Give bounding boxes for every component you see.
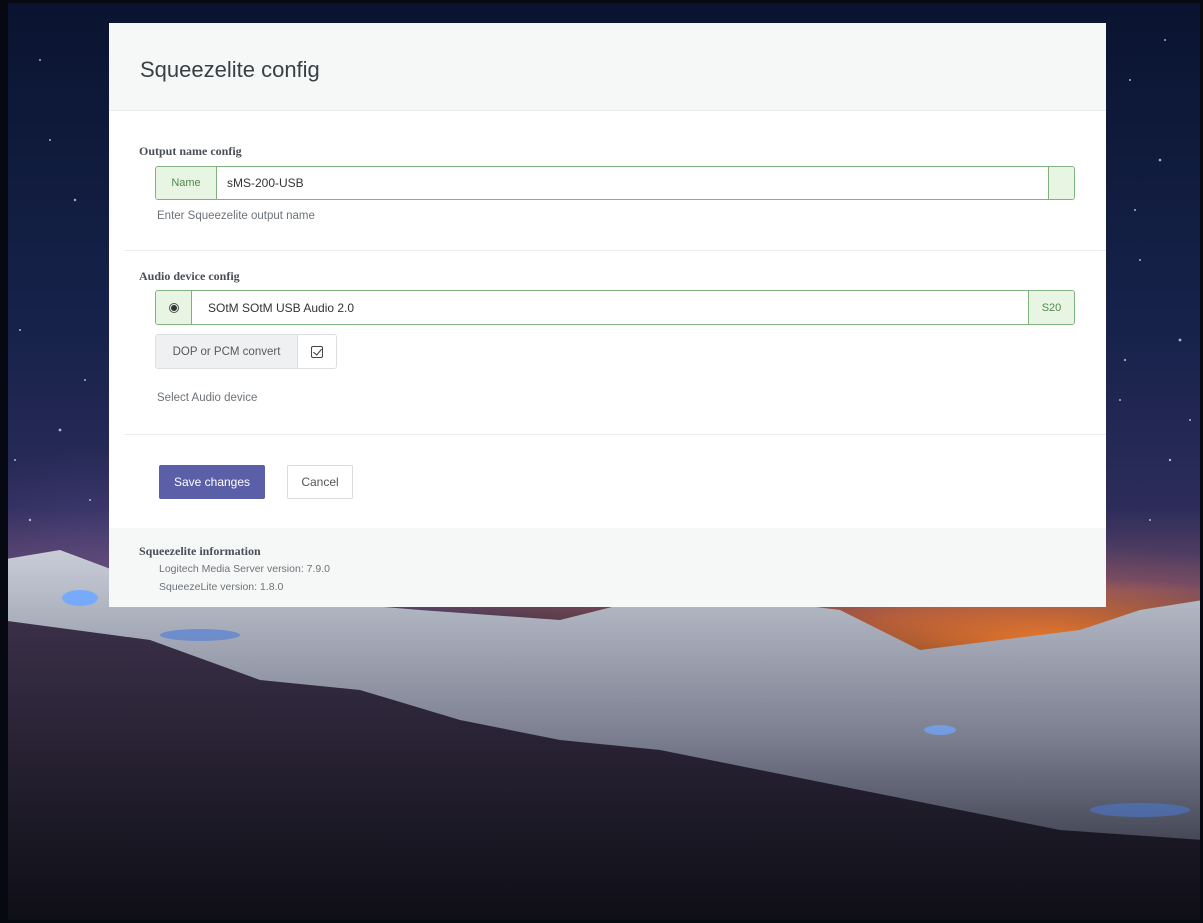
info-title: Squeezelite information bbox=[139, 544, 261, 558]
audio-device-name: SOtM SOtM USB Audio 2.0 bbox=[208, 300, 355, 315]
screen-frame bbox=[0, 0, 8, 923]
audio-device-radio-addon[interactable] bbox=[156, 291, 192, 324]
dop-pcm-convert-label: DOP or PCM convert bbox=[156, 335, 298, 368]
dop-pcm-convert-checkbox[interactable] bbox=[311, 345, 323, 358]
squeezelite-information-panel: Squeezelite information Logitech Media S… bbox=[109, 528, 1106, 607]
output-name-help-text: Enter Squeezelite output name bbox=[157, 210, 315, 222]
output-name-input[interactable]: sMS-200-USB bbox=[217, 167, 1048, 199]
name-addon: Name bbox=[156, 167, 217, 199]
lms-version-text: Logitech Media Server version: 7.9.0 bbox=[159, 563, 331, 575]
radio-selected-dot bbox=[170, 304, 177, 311]
dialog-title: Squeezelite config bbox=[140, 56, 320, 82]
screen-frame bbox=[0, 0, 1203, 3]
radio-button[interactable] bbox=[168, 302, 179, 313]
dialog-header: Squeezelite config bbox=[109, 23, 1106, 111]
dop-pcm-convert-checkbox-cell[interactable] bbox=[298, 335, 336, 368]
squeezelite-config-dialog: Squeezelite config Output name config Na… bbox=[109, 23, 1106, 607]
audio-device-help-text: Select Audio device bbox=[157, 392, 258, 404]
output-name-trailing-addon bbox=[1048, 167, 1074, 199]
output-name-input-group: Name sMS-200-USB bbox=[155, 166, 1075, 200]
cancel-button[interactable]: Cancel bbox=[287, 465, 353, 499]
audio-device-badge: S20 bbox=[1028, 291, 1074, 324]
squeezelite-version-text: SqueezeLite version: 1.8.0 bbox=[159, 581, 284, 593]
output-name-section-label: Output name config bbox=[139, 144, 242, 158]
save-changes-button[interactable]: Save changes bbox=[159, 465, 265, 499]
audio-device-section-label: Audio device config bbox=[139, 269, 240, 283]
dop-pcm-convert-group: DOP or PCM convert bbox=[155, 334, 337, 369]
audio-device-option[interactable]: SOtM SOtM USB Audio 2.0 S20 bbox=[155, 290, 1075, 325]
section-divider bbox=[124, 434, 1106, 435]
section-divider bbox=[124, 250, 1106, 251]
